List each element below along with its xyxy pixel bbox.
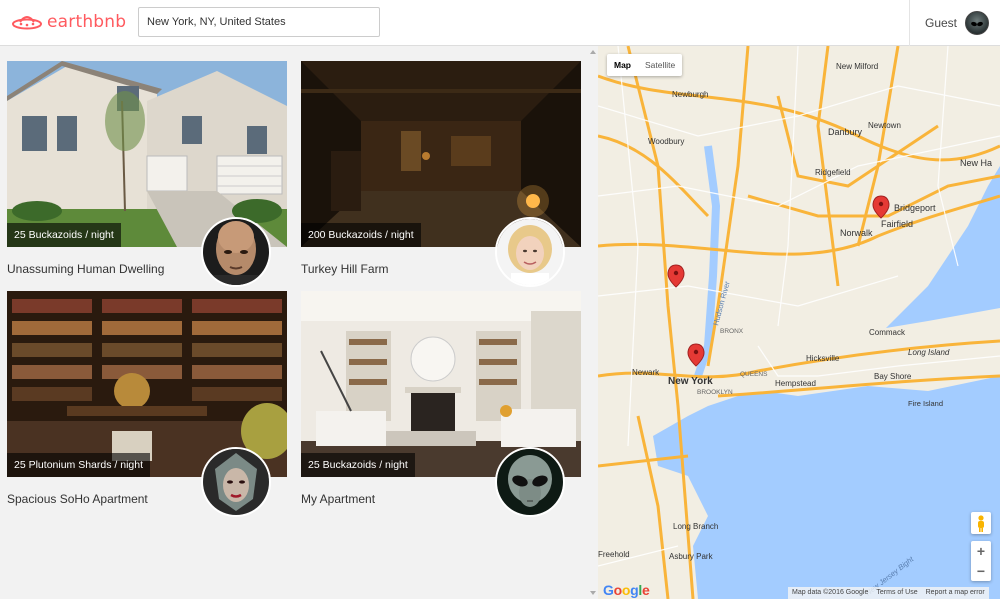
bald-alien-host-image <box>203 219 269 285</box>
map-type-map-button[interactable]: Map <box>607 54 638 76</box>
map-label: Asbury Park <box>669 552 714 561</box>
map-type-satellite-button[interactable]: Satellite <box>638 54 682 76</box>
terms-of-use-link[interactable]: Terms of Use <box>876 587 917 599</box>
zoom-out-button[interactable]: − <box>971 561 991 581</box>
ufo-icon <box>12 16 42 30</box>
map-label: New Milford <box>836 62 878 71</box>
map-view[interactable]: New Milford Newburgh Danbury Newtown Woo… <box>598 46 1000 599</box>
green-alien-host-image <box>203 449 269 515</box>
listing-card[interactable]: 25 Buckazoids / night Unassuming Human D… <box>7 61 287 287</box>
scroll-up-arrow-icon[interactable] <box>590 50 596 54</box>
map-label: Commack <box>869 328 906 337</box>
map-label: Norwalk <box>840 228 873 238</box>
earthbnb-logo[interactable]: earthbnb <box>12 10 126 34</box>
price-label: 25 Plutonium Shards / night <box>7 453 150 477</box>
listings-panel: 25 Buckazoids / night Unassuming Human D… <box>0 46 598 599</box>
map-label: Bridgeport <box>894 203 936 213</box>
map-label: Long Island <box>908 348 950 357</box>
map-label: Fairfield <box>881 219 913 229</box>
user-avatar[interactable] <box>965 11 990 35</box>
map-label: Newburgh <box>672 90 708 99</box>
map-label: Long Branch <box>673 522 718 531</box>
blonde-woman-host-image <box>497 219 563 285</box>
grey-alien-host-image <box>497 449 563 515</box>
zoom-in-button[interactable]: + <box>971 541 991 561</box>
scroll-down-arrow-icon[interactable] <box>590 591 596 595</box>
street-view-pegman-icon[interactable] <box>971 512 991 534</box>
map-label: BRONX <box>720 328 744 335</box>
listing-card[interactable]: 200 Buckazoids / night Turkey Hill Farm <box>301 61 581 287</box>
location-search-input[interactable] <box>138 7 380 37</box>
map-label: New York <box>668 376 713 387</box>
map-label: BROOKLYN <box>697 389 733 396</box>
host-avatar[interactable] <box>495 447 565 517</box>
map-label: Hicksville <box>806 354 840 363</box>
map-attribution: Map data ©2016 Google Terms of Use Repor… <box>788 587 989 599</box>
listing-card[interactable]: 25 Buckazoids / night My Apartment <box>301 291 581 517</box>
map-label: Bay Shore <box>874 372 912 381</box>
listing-title[interactable]: Turkey Hill Farm <box>301 262 389 276</box>
user-menu[interactable]: Guest <box>909 0 1000 46</box>
map-label: Danbury <box>828 127 863 137</box>
map-data-credit: Map data ©2016 Google <box>792 589 869 596</box>
map-label: Newark <box>632 368 660 377</box>
top-nav-bar: earthbnb Guest <box>0 0 1000 46</box>
map-label: New Ha <box>960 158 992 168</box>
host-avatar[interactable] <box>201 217 271 287</box>
google-logo[interactable]: Google <box>603 582 650 598</box>
map-label: Woodbury <box>648 137 684 146</box>
map-type-control: Map Satellite <box>607 54 683 76</box>
listing-title[interactable]: Spacious SoHo Apartment <box>7 492 148 506</box>
map-label: Freehold <box>598 550 630 559</box>
map-label: Hempstead <box>775 379 816 388</box>
host-avatar[interactable] <box>201 447 271 517</box>
price-label: 200 Buckazoids / night <box>301 223 421 247</box>
listing-title[interactable]: My Apartment <box>301 492 375 506</box>
report-map-error-link[interactable]: Report a map error <box>926 587 985 599</box>
logo-text: earthbnb <box>47 12 127 32</box>
host-avatar[interactable] <box>495 217 565 287</box>
map-label: Ridgefield <box>815 168 851 177</box>
listing-card[interactable]: 25 Plutonium Shards / night Spacious SoH… <box>7 291 287 517</box>
listings-scrollbar[interactable] <box>588 46 598 599</box>
user-name: Guest <box>925 16 958 30</box>
price-label: 25 Buckazoids / night <box>301 453 415 477</box>
map-label: Fire Island <box>908 399 943 408</box>
map-canvas[interactable]: New Milford Newburgh Danbury Newtown Woo… <box>598 46 1000 599</box>
price-label: 25 Buckazoids / night <box>7 223 121 247</box>
listing-title[interactable]: Unassuming Human Dwelling <box>7 262 164 276</box>
zoom-control: + − <box>971 541 991 581</box>
map-label: Newtown <box>868 121 901 130</box>
map-label: QUEENS <box>740 371 768 378</box>
